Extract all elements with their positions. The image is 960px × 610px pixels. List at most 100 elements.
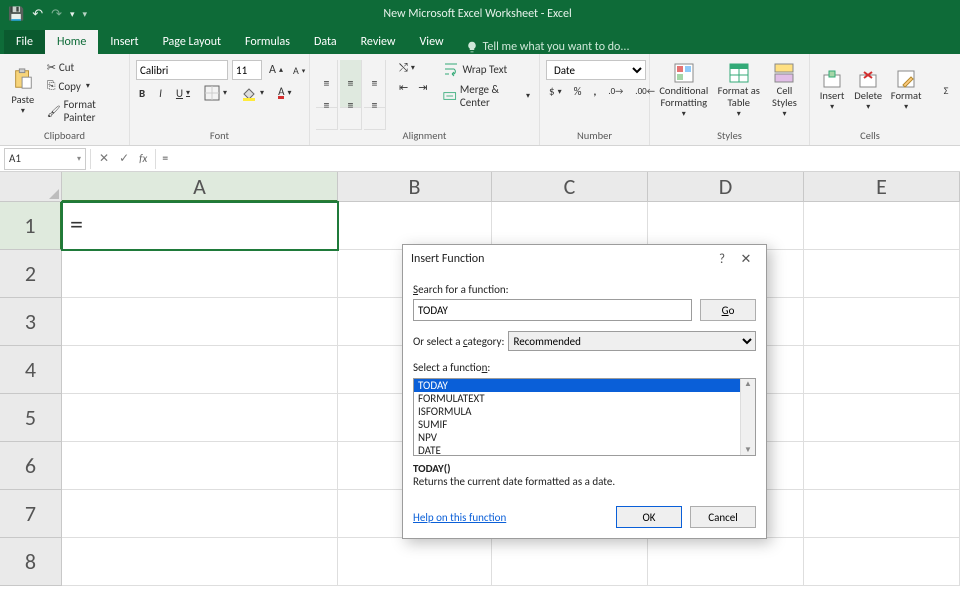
name-box[interactable]: A1▾	[4, 148, 86, 170]
merge-center-button[interactable]: Merge & Center▾	[440, 82, 533, 110]
cell-C1[interactable]	[492, 202, 648, 250]
cell-C8[interactable]	[492, 538, 648, 586]
help-link[interactable]: Help on this function	[413, 511, 506, 524]
font-color-button[interactable]: A▾	[275, 86, 294, 101]
cell-D8[interactable]	[648, 538, 804, 586]
cell-B8[interactable]	[338, 538, 492, 586]
close-icon[interactable]: ✕	[734, 252, 758, 267]
autosum-button[interactable]: Σ	[936, 58, 956, 124]
tab-review[interactable]: Review	[349, 30, 408, 54]
go-button[interactable]: Go	[700, 299, 756, 321]
cell-E6[interactable]	[804, 442, 960, 490]
row-header-1[interactable]: 1	[0, 202, 62, 250]
tab-data[interactable]: Data	[302, 30, 349, 54]
dialog-titlebar[interactable]: Insert Function ? ✕	[403, 245, 766, 273]
borders-button[interactable]: ▾	[201, 84, 230, 102]
qat-overflow-icon[interactable]: ▾	[83, 9, 88, 20]
fill-color-button[interactable]: ▾	[238, 84, 267, 102]
font-size-input[interactable]	[232, 60, 262, 80]
cell-B1[interactable]	[338, 202, 492, 250]
format-cells-button[interactable]: Format▾	[888, 58, 924, 124]
align-right-icon[interactable]: ≡	[364, 82, 386, 130]
decrease-indent-icon[interactable]: ⇤	[396, 80, 411, 95]
function-item-formulatext[interactable]: FORMULATEXT	[414, 392, 755, 405]
cancel-formula-icon[interactable]: ✕	[99, 151, 109, 166]
cell-A6[interactable]	[62, 442, 338, 490]
row-header-4[interactable]: 4	[0, 346, 62, 394]
cell-A3[interactable]	[62, 298, 338, 346]
cell-D1[interactable]	[648, 202, 804, 250]
row-header-7[interactable]: 7	[0, 490, 62, 538]
paste-button[interactable]: Paste ▾	[6, 58, 40, 124]
tab-insert[interactable]: Insert	[98, 30, 150, 54]
italic-button[interactable]: I	[156, 86, 165, 101]
row-headers[interactable]: 12345678	[0, 202, 62, 586]
ok-button[interactable]: OK	[616, 506, 682, 528]
tab-home[interactable]: Home	[45, 30, 98, 54]
bold-button[interactable]: B	[136, 86, 148, 101]
undo-icon[interactable]: ↶	[32, 7, 43, 22]
cell-A8[interactable]	[62, 538, 338, 586]
increase-font-icon[interactable]: A▴	[266, 62, 286, 78]
comma-button[interactable]: ,	[590, 84, 599, 99]
cell-E5[interactable]	[804, 394, 960, 442]
number-format-select[interactable]: Date	[546, 60, 646, 80]
enter-formula-icon[interactable]: ✓	[119, 151, 129, 166]
function-item-sumif[interactable]: SUMIF	[414, 418, 755, 431]
cell-A5[interactable]	[62, 394, 338, 442]
cancel-button[interactable]: Cancel	[690, 506, 756, 528]
cell-E8[interactable]	[804, 538, 960, 586]
tab-page-layout[interactable]: Page Layout	[151, 30, 233, 54]
help-icon[interactable]: ?	[710, 252, 734, 267]
wrap-text-button[interactable]: Wrap Text	[440, 60, 533, 78]
cell-A4[interactable]	[62, 346, 338, 394]
column-header-B[interactable]: B	[338, 172, 492, 202]
redo-icon[interactable]: ↷	[51, 7, 62, 22]
column-header-D[interactable]: D	[648, 172, 804, 202]
tab-formulas[interactable]: Formulas	[233, 30, 302, 54]
function-item-npv[interactable]: NPV	[414, 431, 755, 444]
cut-button[interactable]: ✂Cut	[44, 60, 123, 75]
search-function-input[interactable]	[413, 299, 692, 321]
cell-E7[interactable]	[804, 490, 960, 538]
decrease-font-icon[interactable]: A▾	[290, 63, 308, 78]
increase-decimal-icon[interactable]: .0→	[605, 85, 626, 98]
select-all-corner[interactable]	[0, 172, 62, 202]
row-header-5[interactable]: 5	[0, 394, 62, 442]
font-name-input[interactable]	[136, 60, 228, 80]
delete-cells-button[interactable]: Delete▾	[852, 58, 884, 124]
conditional-formatting-button[interactable]: Conditional Formatting▾	[656, 58, 712, 124]
cell-E3[interactable]	[804, 298, 960, 346]
insert-cells-button[interactable]: Insert▾	[816, 58, 848, 124]
function-list[interactable]: TODAYFORMULATEXTISFORMULASUMIFNPVDATE ▲▼	[413, 378, 756, 456]
customize-qat-icon[interactable]: ▾	[70, 9, 75, 20]
column-header-A[interactable]: A	[62, 172, 338, 202]
tell-me-search[interactable]: Tell me what you want to do...	[466, 40, 630, 54]
cell-E2[interactable]	[804, 250, 960, 298]
function-item-today[interactable]: TODAY	[414, 379, 755, 392]
fx-icon[interactable]: fx	[139, 152, 147, 165]
cell-A7[interactable]	[62, 490, 338, 538]
scroll-down-icon[interactable]: ▼	[744, 445, 752, 455]
cell-E1[interactable]	[804, 202, 960, 250]
formula-input[interactable]: =	[156, 152, 168, 166]
percent-button[interactable]: %	[571, 84, 585, 99]
row-header-8[interactable]: 8	[0, 538, 62, 586]
column-headers[interactable]: ABCDE	[62, 172, 960, 202]
cell-A2[interactable]	[62, 250, 338, 298]
tab-view[interactable]: View	[408, 30, 456, 54]
cell-styles-button[interactable]: Cell Styles▾	[766, 58, 803, 124]
format-painter-button[interactable]: 🖌Format Painter	[44, 97, 123, 125]
orientation-button[interactable]: ⤭▾	[396, 60, 418, 76]
function-item-isformula[interactable]: ISFORMULA	[414, 405, 755, 418]
save-icon[interactable]: 💾	[8, 7, 24, 22]
cell-E4[interactable]	[804, 346, 960, 394]
copy-button[interactable]: ⎘Copy▾	[44, 78, 123, 94]
row-header-3[interactable]: 3	[0, 298, 62, 346]
increase-indent-icon[interactable]: ⇥	[415, 80, 430, 95]
underline-button[interactable]: U▾	[173, 86, 193, 101]
scroll-up-icon[interactable]: ▲	[744, 379, 752, 389]
row-header-2[interactable]: 2	[0, 250, 62, 298]
align-center-icon[interactable]: ≡	[340, 82, 362, 130]
align-left-icon[interactable]: ≡	[316, 82, 338, 130]
